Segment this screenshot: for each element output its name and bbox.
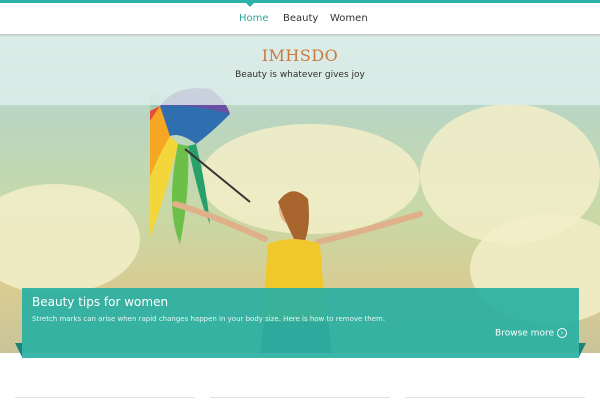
- header-band: IMHSDO Beauty is whatever gives joy: [0, 34, 600, 105]
- browse-more-link[interactable]: Browse more ›: [495, 328, 567, 339]
- nav-item-women[interactable]: Women: [330, 13, 368, 25]
- nav-shadow: [0, 34, 600, 37]
- featured-post-panel: Beauty tips for women Stretch marks can …: [22, 288, 579, 358]
- cloud: [0, 184, 140, 294]
- site-title[interactable]: IMHSDO: [0, 46, 600, 65]
- nav-item-beauty[interactable]: Beauty: [283, 13, 318, 25]
- nav-item-home[interactable]: Home: [239, 13, 269, 25]
- active-indicator-caret: [246, 3, 254, 7]
- site-tagline: Beauty is whatever gives joy: [235, 70, 365, 80]
- main-nav: Home Beauty Women: [0, 3, 600, 34]
- ribbon-fold-right: [579, 343, 586, 357]
- arrow-right-circle-icon: ›: [557, 328, 567, 338]
- featured-post-title[interactable]: Beauty tips for women: [32, 295, 168, 309]
- featured-post-excerpt: Stretch marks can arise when rapid chang…: [32, 315, 386, 323]
- browse-more-label: Browse more: [495, 328, 554, 339]
- ribbon-fold-left: [15, 343, 22, 357]
